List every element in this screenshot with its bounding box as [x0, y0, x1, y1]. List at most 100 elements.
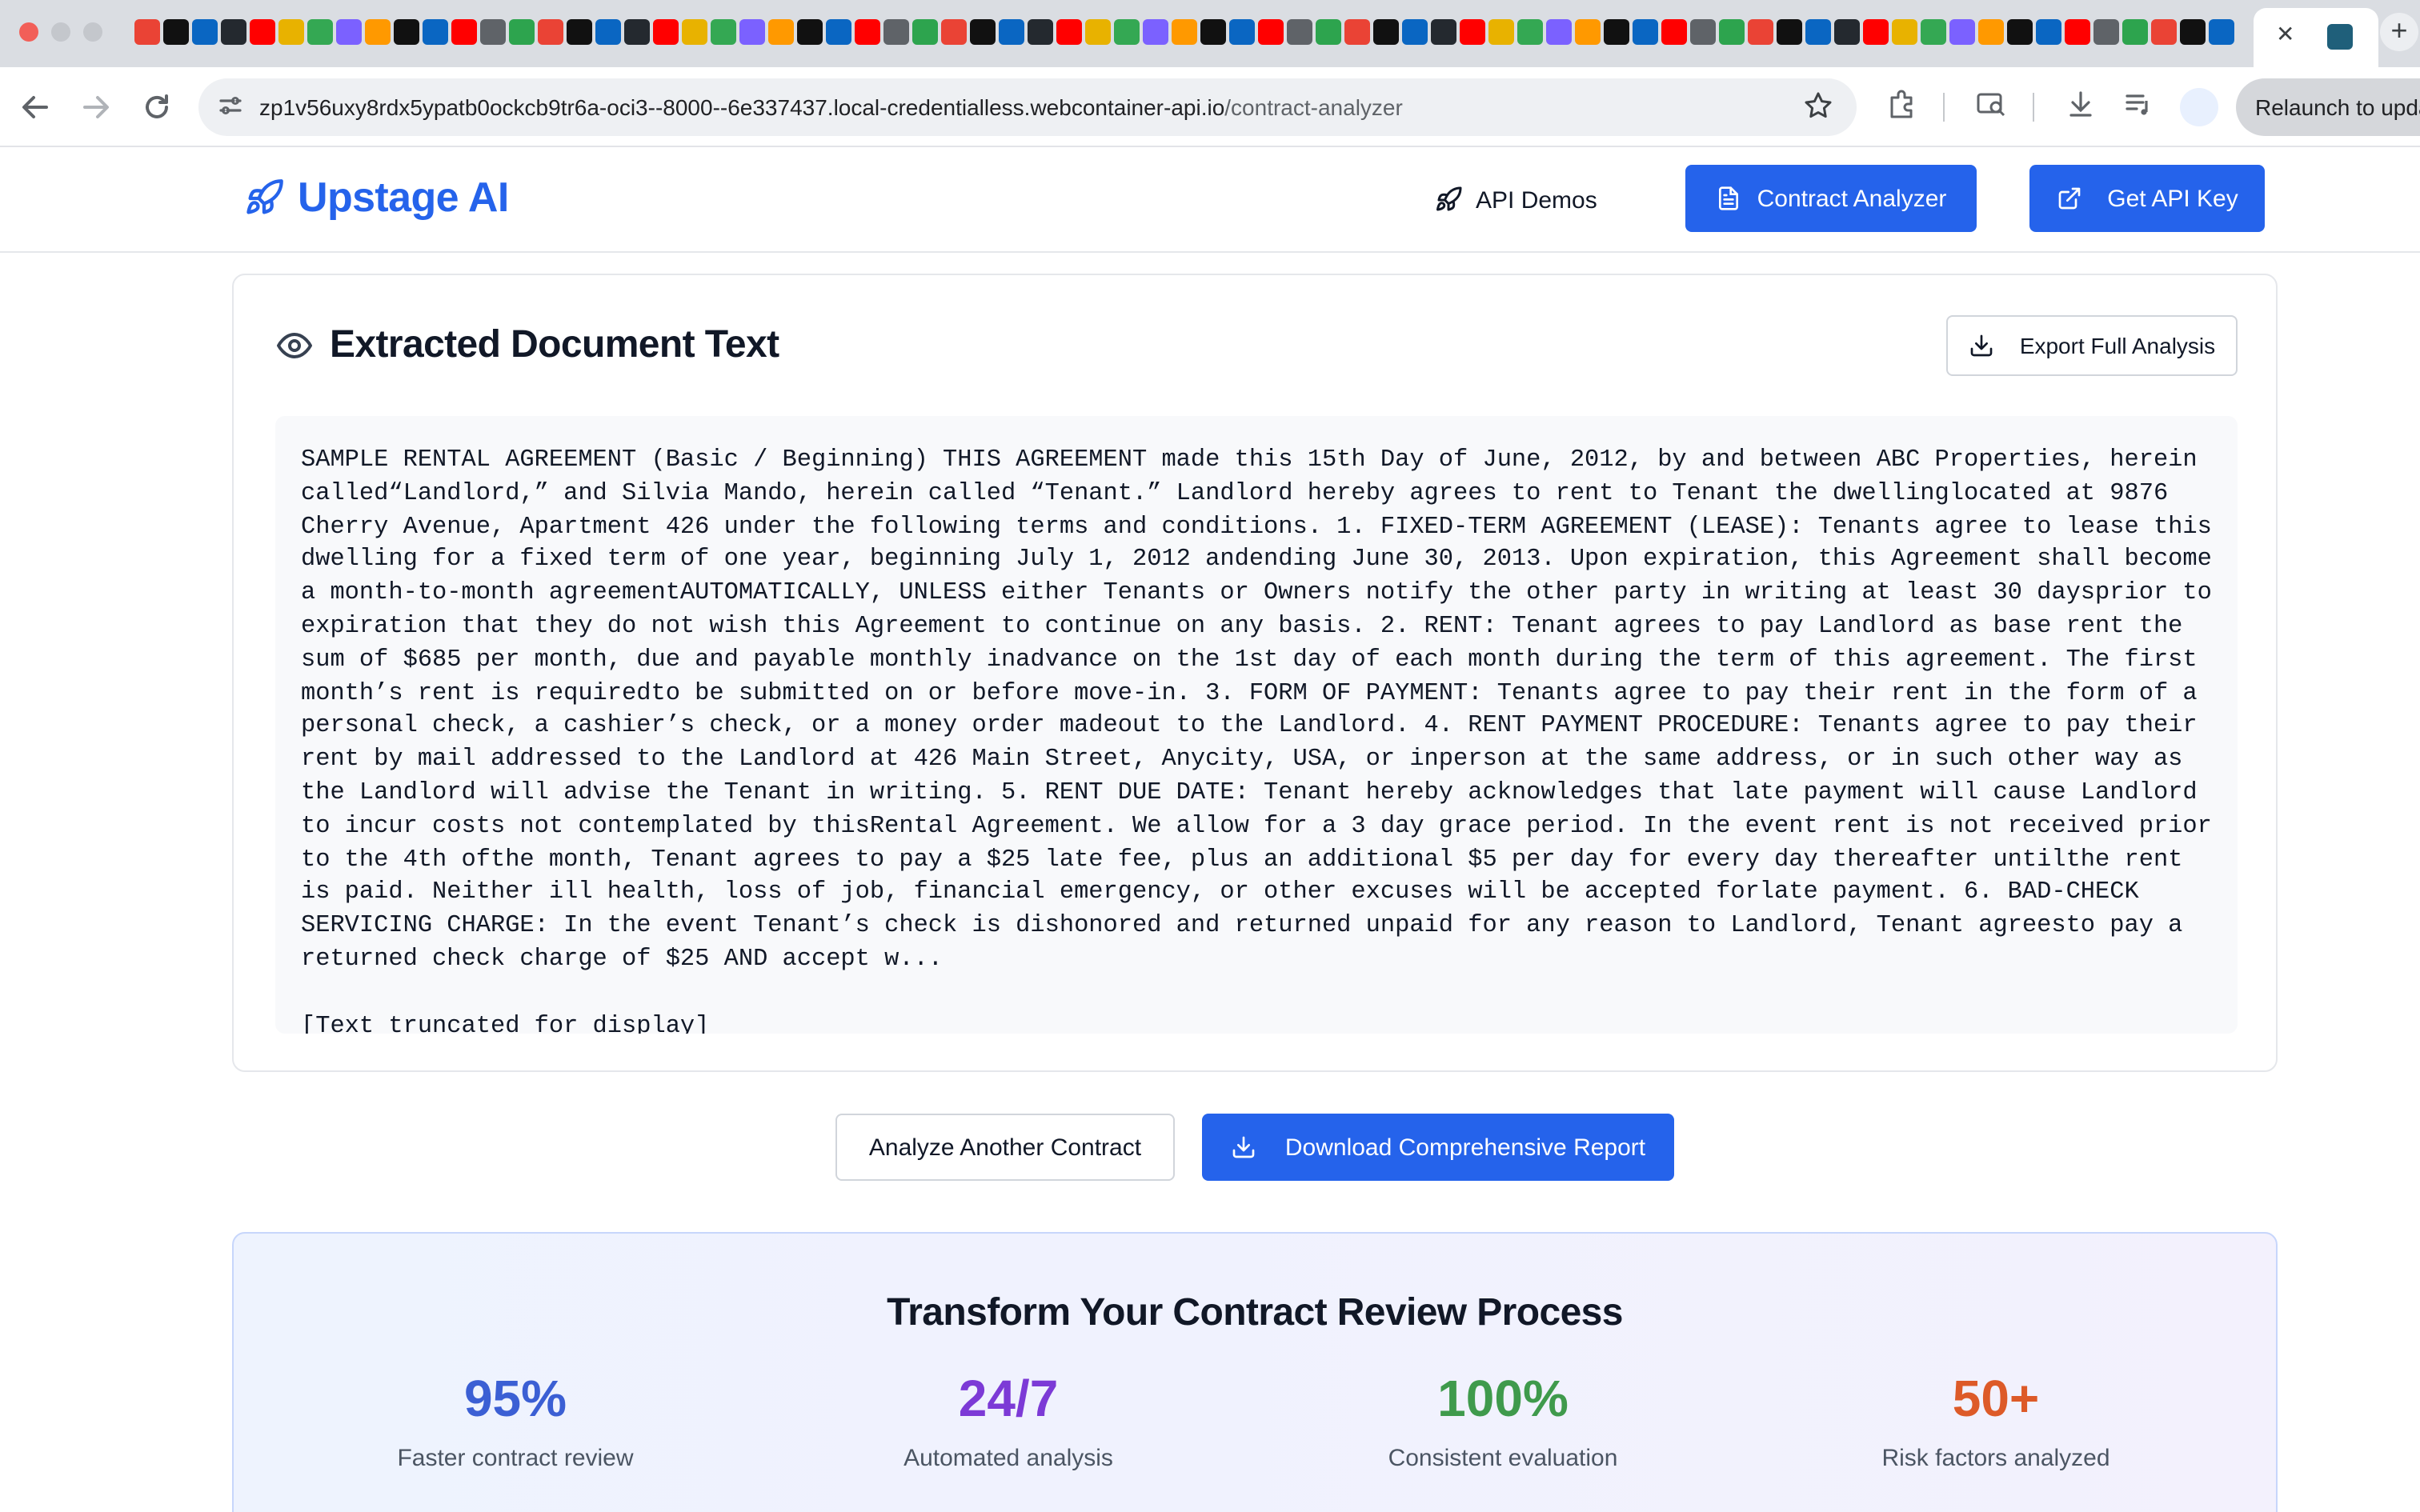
pinned-tab-favicon[interactable] — [1546, 19, 1572, 45]
pinned-tab-favicon[interactable] — [307, 19, 333, 45]
pinned-tab-favicon[interactable] — [2065, 19, 2090, 45]
extensions-icon[interactable] — [1882, 88, 1921, 126]
pinned-tab-favicon[interactable] — [739, 19, 765, 45]
pinned-tab-favicon[interactable] — [1143, 19, 1168, 45]
pinned-tab-favicon[interactable] — [336, 19, 362, 45]
download-report-button[interactable]: Download Comprehensive Report — [1202, 1114, 1674, 1181]
media-controls-icon[interactable] — [2119, 88, 2158, 126]
pinned-tab-favicon[interactable] — [1344, 19, 1370, 45]
pinned-tab-favicon[interactable] — [1287, 19, 1312, 45]
pinned-tab-favicon[interactable] — [567, 19, 592, 45]
pinned-tab-favicon[interactable] — [970, 19, 996, 45]
site-info-icon[interactable] — [218, 93, 243, 118]
pinned-tab-favicon[interactable] — [1604, 19, 1629, 45]
back-button[interactable] — [16, 88, 54, 126]
pinned-tab-favicon[interactable] — [2007, 19, 2033, 45]
pinned-tab-favicon[interactable] — [365, 19, 391, 45]
nav-api-demos[interactable]: API Demos — [1434, 179, 1597, 221]
pinned-tab-favicon[interactable] — [855, 19, 880, 45]
pinned-tab-favicon[interactable] — [912, 19, 938, 45]
pinned-tab-favicon[interactable] — [1978, 19, 2004, 45]
pinned-tab-favicon[interactable] — [1114, 19, 1140, 45]
contract-analyzer-button[interactable]: Contract Analyzer — [1685, 165, 1977, 232]
pinned-tab-favicon[interactable] — [2036, 19, 2061, 45]
bookmark-star-icon[interactable] — [1802, 90, 1834, 130]
analyze-another-contract-button[interactable]: Analyze Another Contract — [835, 1114, 1175, 1181]
pinned-tab-favicon[interactable] — [1373, 19, 1399, 45]
pinned-tab-favicon[interactable] — [509, 19, 535, 45]
window-close-button[interactable] — [19, 22, 38, 42]
pinned-tab-favicon[interactable] — [1633, 19, 1658, 45]
tab-close-icon[interactable]: ✕ — [2276, 21, 2294, 48]
pinned-tab-favicon[interactable] — [1575, 19, 1601, 45]
pinned-tab-favicon[interactable] — [451, 19, 477, 45]
pinned-tab-favicon[interactable] — [999, 19, 1024, 45]
pinned-tab-favicon[interactable] — [883, 19, 909, 45]
pinned-tab-favicon[interactable] — [538, 19, 563, 45]
cast-search-icon[interactable] — [1972, 88, 2010, 126]
pinned-tab-favicon[interactable] — [1921, 19, 1946, 45]
pinned-tab-favicon[interactable] — [1172, 19, 1197, 45]
pinned-tab-favicon[interactable] — [2151, 19, 2177, 45]
pinned-tab-favicon[interactable] — [221, 19, 246, 45]
pinned-tab-favicon[interactable] — [1028, 19, 1053, 45]
pinned-tab-favicon[interactable] — [826, 19, 851, 45]
pinned-tab-favicon[interactable] — [1402, 19, 1428, 45]
pinned-tab-favicon[interactable] — [134, 19, 160, 45]
pinned-tab-favicon[interactable] — [624, 19, 650, 45]
brand-logo[interactable]: Upstage AI — [243, 173, 509, 222]
pinned-tab-favicon[interactable] — [1690, 19, 1716, 45]
pinned-tab-favicon[interactable] — [192, 19, 218, 45]
pinned-tab-favicon[interactable] — [394, 19, 419, 45]
pinned-tab-favicon[interactable] — [1748, 19, 1773, 45]
downloads-icon[interactable] — [2061, 88, 2100, 126]
pinned-tab-favicon[interactable] — [1085, 19, 1111, 45]
pinned-tab-favicon[interactable] — [653, 19, 679, 45]
get-api-key-button[interactable]: Get API Key — [2029, 165, 2265, 232]
pinned-tab-favicon[interactable] — [1056, 19, 1082, 45]
export-full-analysis-button[interactable]: Export Full Analysis — [1946, 315, 2238, 376]
address-bar[interactable]: zp1v56uxy8rdx5ypatb0ockcb9tr6a-oci3--800… — [198, 78, 1857, 136]
profile-avatar[interactable] — [2180, 88, 2218, 126]
pinned-tab-favicon[interactable] — [768, 19, 794, 45]
pinned-tab-favicon[interactable] — [1258, 19, 1284, 45]
pinned-tab-favicon[interactable] — [163, 19, 189, 45]
pinned-tab-favicon[interactable] — [1200, 19, 1226, 45]
pinned-tab-favicon[interactable] — [1460, 19, 1485, 45]
pinned-tab-favicon[interactable] — [250, 19, 275, 45]
pinned-tab-favicon[interactable] — [1892, 19, 1917, 45]
forward-button[interactable] — [77, 88, 115, 126]
reload-button[interactable] — [138, 88, 176, 126]
pinned-tab-favicon[interactable] — [2180, 19, 2206, 45]
pinned-tab-favicon[interactable] — [278, 19, 304, 45]
pinned-tab-favicon[interactable] — [2122, 19, 2148, 45]
pinned-tab-favicon[interactable] — [1517, 19, 1543, 45]
pinned-tab-favicon[interactable] — [711, 19, 736, 45]
pinned-tab-favicon[interactable] — [941, 19, 967, 45]
relaunch-button[interactable]: Relaunch to update — [2236, 78, 2420, 136]
pinned-tab-favicon[interactable] — [423, 19, 448, 45]
pinned-tab-favicon[interactable] — [1719, 19, 1745, 45]
download-report-label: Download Comprehensive Report — [1284, 1134, 1646, 1161]
pinned-tab-favicon[interactable] — [1834, 19, 1860, 45]
pinned-tab-favicon[interactable] — [1949, 19, 1975, 45]
pinned-tab-favicon[interactable] — [1316, 19, 1341, 45]
pinned-tab-favicon[interactable] — [2093, 19, 2119, 45]
address-url[interactable]: zp1v56uxy8rdx5ypatb0ockcb9tr6a-oci3--800… — [259, 94, 1403, 120]
pinned-tab-favicon[interactable] — [1805, 19, 1831, 45]
pinned-tab-favicon[interactable] — [1661, 19, 1687, 45]
window-minimize-button[interactable] — [51, 22, 70, 42]
pinned-tab-favicon[interactable] — [2209, 19, 2234, 45]
pinned-tab-favicon[interactable] — [1229, 19, 1255, 45]
pinned-tab-favicon[interactable] — [1488, 19, 1514, 45]
pinned-tab-favicon[interactable] — [595, 19, 621, 45]
pinned-tab-favicon[interactable] — [682, 19, 707, 45]
pinned-tab-favicon[interactable] — [1777, 19, 1802, 45]
active-tab[interactable]: ✕ — [2254, 8, 2378, 67]
window-zoom-button[interactable] — [83, 22, 102, 42]
pinned-tab-favicon[interactable] — [797, 19, 823, 45]
pinned-tab-favicon[interactable] — [1863, 19, 1889, 45]
pinned-tab-favicon[interactable] — [480, 19, 506, 45]
new-tab-button[interactable]: + — [2380, 13, 2418, 51]
pinned-tab-favicon[interactable] — [1431, 19, 1456, 45]
